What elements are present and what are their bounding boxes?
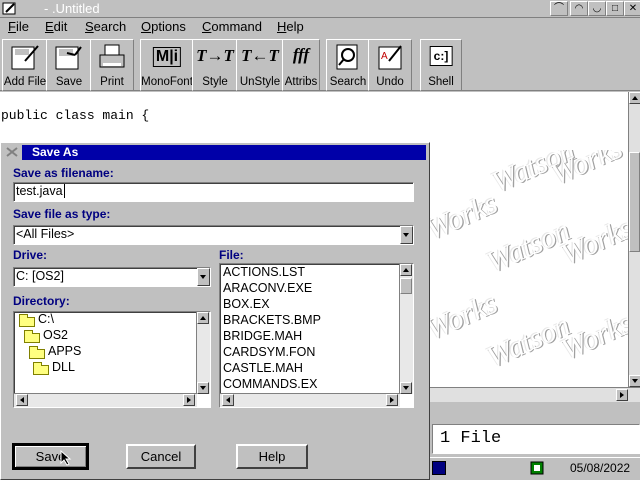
drive-dropdown-icon[interactable] (197, 268, 210, 286)
svg-text:A: A (381, 51, 388, 62)
folder-icon (29, 346, 45, 359)
style-icon: T→T (196, 46, 234, 65)
scroll-left-icon[interactable] (16, 394, 28, 406)
print-button[interactable]: Print (90, 39, 134, 91)
scroll-down-icon[interactable] (197, 382, 209, 394)
list-item[interactable]: ARACONV.EXE (223, 281, 312, 295)
scroll-down-icon[interactable] (629, 375, 640, 387)
help-button[interactable]: Help (236, 444, 308, 469)
menu-options[interactable]: Options (141, 19, 186, 34)
list-item[interactable]: CASTLE.MAH (223, 361, 303, 375)
file-type-label: Save file as type: (13, 207, 111, 221)
scroll-right-icon[interactable] (386, 394, 398, 406)
scroll-left-icon[interactable] (222, 394, 234, 406)
dialog-system-menu-icon[interactable] (5, 146, 19, 158)
list-item[interactable]: BRACKETS.BMP (223, 313, 321, 327)
attribs-button[interactable]: fff Attribs (282, 39, 320, 91)
list-item[interactable]: CARDSYM.FON (223, 345, 315, 359)
tree-item[interactable]: APPS (48, 344, 81, 358)
monofont-button[interactable]: M|i MonoFont (140, 39, 194, 91)
tree-item[interactable]: OS2 (43, 328, 68, 342)
close-icon[interactable]: ✕ (624, 1, 640, 16)
file-label: File: (219, 248, 244, 262)
filename-input[interactable]: test.java (13, 182, 414, 202)
attribs-icon: fff (292, 45, 310, 64)
directory-tree[interactable]: C:\ OS2 APPS DLL (13, 311, 211, 408)
dialog-title: Save As (22, 145, 426, 160)
add-file-button[interactable]: Add File (2, 39, 48, 91)
unstyle-button[interactable]: T←T UnStyle (236, 39, 284, 91)
folder-icon (24, 330, 40, 343)
folder-icon (19, 314, 35, 327)
watermark: Watson Works Works Watson Works Works Wa… (430, 150, 630, 375)
drive-select[interactable]: C: [OS2] (13, 267, 211, 287)
code-line: public class main { (1, 108, 150, 123)
tree-item[interactable]: DLL (52, 360, 75, 374)
cancel-button[interactable]: Cancel (126, 444, 196, 469)
shell-icon: c:] (429, 46, 453, 66)
minimize-icon[interactable]: ◠ (570, 1, 588, 16)
file-type-select[interactable]: <All Files> (13, 225, 414, 245)
file-list[interactable]: ACTIONS.LST ARACONV.EXE BOX.EX BRACKETS.… (219, 263, 414, 408)
menu-edit[interactable]: Edit (45, 19, 67, 34)
file-count: 1 File (440, 429, 502, 448)
file-list-horizontal-scrollbar[interactable] (220, 393, 400, 407)
undo-icon: A (375, 43, 405, 74)
scroll-thumb[interactable] (400, 278, 412, 294)
file-list-vertical-scrollbar[interactable] (399, 264, 413, 394)
unstyle-icon: T←T (241, 46, 279, 65)
network-icon[interactable] (530, 460, 546, 476)
add-file-icon (9, 43, 41, 74)
folder-icon (33, 362, 49, 375)
menu-command[interactable]: Command (202, 19, 262, 34)
restore-icon[interactable]: ◡ (588, 1, 606, 16)
scroll-down-icon[interactable] (400, 382, 412, 394)
hide-icon[interactable]: ⌒ (550, 1, 568, 16)
scroll-right-icon[interactable] (616, 389, 628, 401)
style-button[interactable]: T→T Style (192, 39, 238, 91)
list-item[interactable]: BRIDGE.MAH (223, 329, 302, 343)
window-list-icon[interactable] (432, 461, 446, 475)
scroll-right-icon[interactable] (183, 394, 195, 406)
scroll-thumb[interactable] (629, 152, 640, 252)
menu-help[interactable]: Help (277, 19, 304, 34)
save-icon (53, 43, 85, 74)
scroll-up-icon[interactable] (197, 312, 209, 324)
undo-button[interactable]: A Undo (368, 39, 412, 91)
drive-label: Drive: (13, 248, 48, 262)
filename-label: Save as filename: (13, 166, 114, 180)
directory-horizontal-scrollbar[interactable] (14, 393, 197, 407)
monofont-icon: M|i (152, 47, 182, 67)
directory-label: Directory: (13, 294, 70, 308)
file-type-dropdown-icon[interactable] (400, 226, 413, 244)
directory-vertical-scrollbar[interactable] (196, 312, 210, 394)
editor-vertical-scrollbar[interactable] (628, 92, 640, 387)
scroll-up-icon[interactable] (400, 264, 412, 276)
list-item[interactable]: ACTIONS.LST (223, 265, 305, 279)
tree-item[interactable]: C:\ (38, 312, 54, 326)
search-toolbar-button[interactable]: Search (326, 39, 370, 91)
system-menu-icon[interactable] (2, 1, 18, 16)
scroll-up-icon[interactable] (629, 92, 640, 104)
toolbar: Add File Save Print M|i MonoFont T→T Sty… (0, 37, 640, 91)
printer-icon (97, 43, 127, 74)
save-button[interactable]: Save (12, 443, 89, 470)
menu-bar: File Edit Search Options Command Help (0, 18, 640, 36)
mouse-cursor-icon (60, 449, 74, 466)
save-toolbar-button[interactable]: Save (46, 39, 92, 91)
menu-file[interactable]: File (8, 19, 29, 34)
editor-horizontal-scrollbar[interactable] (430, 387, 640, 402)
list-item[interactable]: BOX.EX (223, 297, 270, 311)
clock: 05/08/2022 (570, 461, 631, 475)
window-title: - .Untitled (44, 1, 100, 16)
list-item[interactable]: COMMANDS.EX (223, 377, 317, 391)
maximize-icon[interactable]: □ (606, 1, 624, 16)
menu-search[interactable]: Search (85, 19, 126, 34)
search-icon (333, 43, 363, 74)
shell-button[interactable]: c:] Shell (420, 39, 462, 91)
